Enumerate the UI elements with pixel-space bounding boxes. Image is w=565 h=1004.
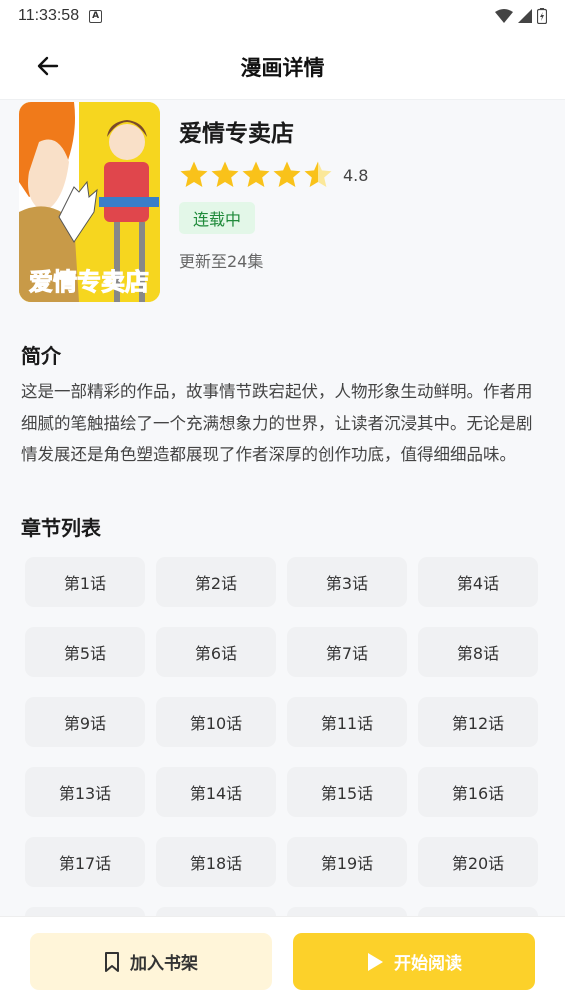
chapter-item[interactable]: 第1话 (25, 557, 145, 607)
chapter-item[interactable]: 第14话 (156, 767, 276, 817)
chapter-item[interactable]: 第21话 (25, 907, 145, 916)
wifi-icon (495, 9, 513, 23)
page-title: 漫画详情 (240, 56, 325, 80)
status-time: 11:33:58 (18, 7, 80, 24)
chapter-item[interactable]: 第10话 (156, 697, 276, 747)
intro-text: 这是一部精彩的作品，故事情节跌宕起伏，人物形象生动鲜明。作者用细腻的笔触描绘了一… (21, 382, 533, 464)
status-badge: 连载中 (179, 202, 256, 234)
star-icon (180, 161, 208, 187)
chapter-item[interactable]: 第12话 (418, 697, 538, 747)
chapter-item[interactable]: 第9话 (25, 697, 145, 747)
star-icon (242, 161, 270, 187)
start-reading-label: 开始阅读 (394, 954, 462, 974)
detail-content[interactable]: 爱情专卖店 爱情专卖店 4.8 连载中 更新至24集 简介 这是一部精彩的作品，… (0, 100, 565, 916)
chapter-item[interactable]: 第4话 (418, 557, 538, 607)
chapter-item[interactable]: 第24话 (418, 907, 538, 916)
comic-info: 爱情专卖店 4.8 连载中 更新至24集 (179, 114, 368, 272)
chapter-grid: 第1话 第2话 第3话 第4话 第5话 第6话 第7话 第8话 第9话 第10话 第11话 第12话第… (25, 557, 541, 916)
battery-icon (537, 8, 547, 24)
chapter-item[interactable]: 第5话 (25, 627, 145, 677)
chapter-item[interactable]: 第11话 (287, 697, 407, 747)
chapter-item[interactable]: 第8话 (418, 627, 538, 677)
add-to-bookshelf-label: 加入书架 (130, 954, 198, 974)
star-icon (211, 161, 239, 187)
chapter-item[interactable]: 第6话 (156, 627, 276, 677)
app-bar: 漫画详情 (0, 32, 565, 100)
chapter-item[interactable]: 第7话 (287, 627, 407, 677)
chapter-item[interactable]: 第23话 (287, 907, 407, 916)
chapter-item[interactable]: 第13话 (25, 767, 145, 817)
chapter-item[interactable]: 第16话 (418, 767, 538, 817)
chapter-item[interactable]: 第15话 (287, 767, 407, 817)
star-icon (273, 161, 301, 187)
update-progress: 更新至24集 (179, 252, 264, 271)
chapter-item[interactable]: 第2话 (156, 557, 276, 607)
chapter-item[interactable]: 第3话 (287, 557, 407, 607)
chapter-item[interactable]: 第20话 (418, 837, 538, 887)
signal-icon (518, 9, 532, 23)
play-icon (368, 952, 383, 971)
star-icon (304, 161, 332, 187)
a-letter-icon: A (89, 9, 103, 23)
cover-title-text: 爱情专卖店 (29, 268, 149, 296)
add-to-bookshelf-button[interactable]: 加入书架 (30, 933, 272, 990)
status-bar: 11:33:58 A (0, 0, 565, 32)
rating-value: 4.8 (343, 165, 369, 185)
chapter-item[interactable]: 第17话 (25, 837, 145, 887)
chapter-item[interactable]: 第19话 (287, 837, 407, 887)
status-icons (495, 8, 547, 24)
rating-row: 4.8 (179, 160, 368, 190)
intro-heading: 简介 (21, 344, 61, 368)
rating-stars (179, 160, 333, 190)
comic-title: 爱情专卖店 (179, 121, 294, 147)
bookmark-icon (105, 951, 119, 972)
chapter-list-heading: 章节列表 (21, 516, 101, 540)
comic-cover: 爱情专卖店 (19, 102, 160, 302)
bottom-action-bar: 加入书架 开始阅读 (0, 916, 565, 1004)
chapter-item[interactable]: 第22话 (156, 907, 276, 916)
chapter-item[interactable]: 第18话 (156, 837, 276, 887)
start-reading-button[interactable]: 开始阅读 (293, 933, 535, 990)
